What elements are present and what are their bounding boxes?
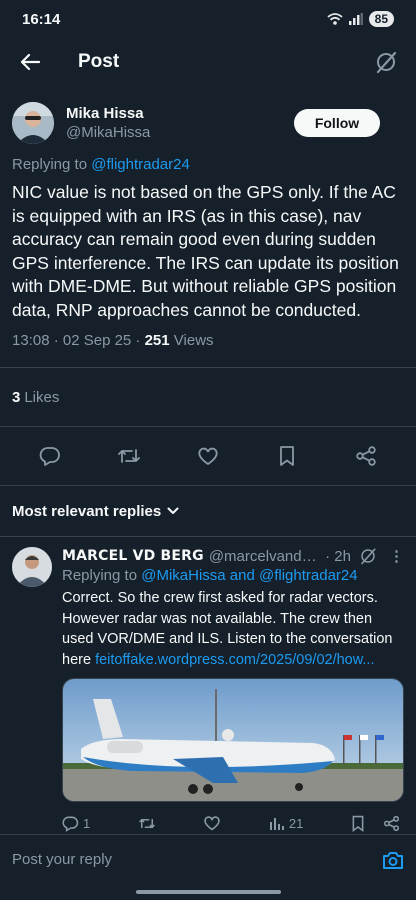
repost-icon: [117, 449, 140, 463]
tweet-actions: [0, 427, 416, 485]
bookmark-icon: [280, 446, 295, 466]
reply-icon: [62, 816, 79, 832]
bookmark-button[interactable]: [272, 441, 302, 471]
author-handle[interactable]: @MikaHissa: [66, 124, 294, 141]
status-bar: 16:14 85: [0, 0, 416, 38]
follow-button[interactable]: Follow: [294, 109, 380, 137]
status-time: 16:14: [22, 10, 61, 28]
reply-reply-count: 1: [83, 815, 91, 831]
reply-view-count: 21: [288, 815, 304, 831]
reply-avatar[interactable]: [12, 547, 52, 587]
reply-text: Correct. So the crew first asked for rad…: [62, 588, 404, 670]
like-button[interactable]: [193, 441, 223, 471]
reply-replying-label: Replying to: [62, 567, 142, 584]
battery-indicator: 85: [368, 11, 394, 27]
camera-icon[interactable]: [382, 850, 404, 870]
reply-author-handle[interactable]: @marcelvanden...: [209, 548, 321, 565]
views-count: 251: [144, 332, 170, 349]
reply-repost-button[interactable]: [138, 815, 156, 832]
reply-button[interactable]: [35, 441, 65, 471]
repost-button[interactable]: [114, 441, 144, 471]
share-icon[interactable]: [383, 815, 400, 832]
status-icons: 85: [327, 11, 394, 27]
reply-media-image[interactable]: [62, 678, 404, 802]
likes-label: Likes: [24, 388, 60, 406]
reply-item[interactable]: MARCEL VD BERG @marcelvanden... · 2h ⋮ R…: [0, 537, 416, 834]
likes-count: 3: [12, 388, 21, 406]
reply-header: MARCEL VD BERG @marcelvanden... · 2h ⋮: [62, 547, 404, 566]
reply-compose-bar: Post your reply: [0, 834, 416, 884]
share-icon: [356, 446, 377, 466]
tweet-author-row: Mika Hissa @MikaHissa Follow: [0, 86, 416, 144]
likes-row[interactable]: 3 Likes: [0, 368, 416, 426]
signal-icon: [348, 13, 363, 25]
jet-photo: [63, 679, 403, 801]
reply-avatar-image: [12, 547, 52, 587]
reply-replying-to-line: Replying to @MikaHissa and @flightradar2…: [62, 567, 404, 584]
bookmark-icon[interactable]: [351, 815, 365, 832]
wifi-icon: [327, 13, 343, 25]
replies-sort-label: Most relevant replies: [12, 502, 162, 520]
home-indicator[interactable]: [136, 890, 281, 894]
share-button[interactable]: [351, 441, 381, 471]
avatar[interactable]: [12, 102, 54, 144]
reply-actions: 1 21: [62, 812, 404, 834]
heart-icon: [204, 816, 221, 831]
repost-icon: [138, 818, 155, 828]
reply-input[interactable]: Post your reply: [12, 851, 382, 868]
reply-time: · 2h: [325, 547, 351, 565]
views-label: Views: [169, 332, 214, 349]
reply-replying-handles-link[interactable]: @MikaHissa and @flightradar24: [141, 567, 357, 584]
tweet-timestamp: 13:08 · 02 Sep 25 ·: [12, 332, 145, 349]
header: Post: [0, 38, 416, 86]
reply-author-name[interactable]: MARCEL VD BERG: [62, 548, 204, 564]
replying-to-label: Replying to: [12, 156, 92, 173]
replies-sort-dropdown[interactable]: Most relevant replies: [0, 486, 416, 536]
reply-extra-actions: [351, 815, 400, 832]
grok-button[interactable]: [372, 48, 400, 76]
reply-link[interactable]: feitoffake.wordpress.com/2025/09/02/how.…: [95, 652, 374, 668]
views-icon: [269, 818, 284, 830]
reply-like-button[interactable]: [203, 815, 221, 831]
author-name[interactable]: Mika Hissa: [66, 105, 294, 122]
reply-reply-button[interactable]: 1: [62, 815, 90, 832]
page-title: Post: [78, 51, 120, 72]
grok-icon: [376, 51, 397, 74]
replying-to-line: Replying to @flightradar24: [0, 144, 416, 173]
chevron-down-icon: [167, 507, 179, 514]
heart-icon: [198, 447, 218, 465]
avatar-image: [12, 102, 54, 144]
reply-icon: [39, 447, 60, 466]
tweet-text: NIC value is not based on the GPS only. …: [12, 182, 399, 320]
back-arrow-icon: [20, 53, 40, 71]
back-button[interactable]: [16, 48, 44, 76]
replying-to-handle-link[interactable]: @flightradar24: [91, 156, 190, 173]
reply-views-button[interactable]: 21: [269, 815, 303, 831]
tweet-meta: 13:08 · 02 Sep 25 · 251 Views: [0, 322, 416, 349]
more-options-icon[interactable]: ⋮: [389, 547, 404, 565]
grok-icon[interactable]: [359, 547, 377, 565]
